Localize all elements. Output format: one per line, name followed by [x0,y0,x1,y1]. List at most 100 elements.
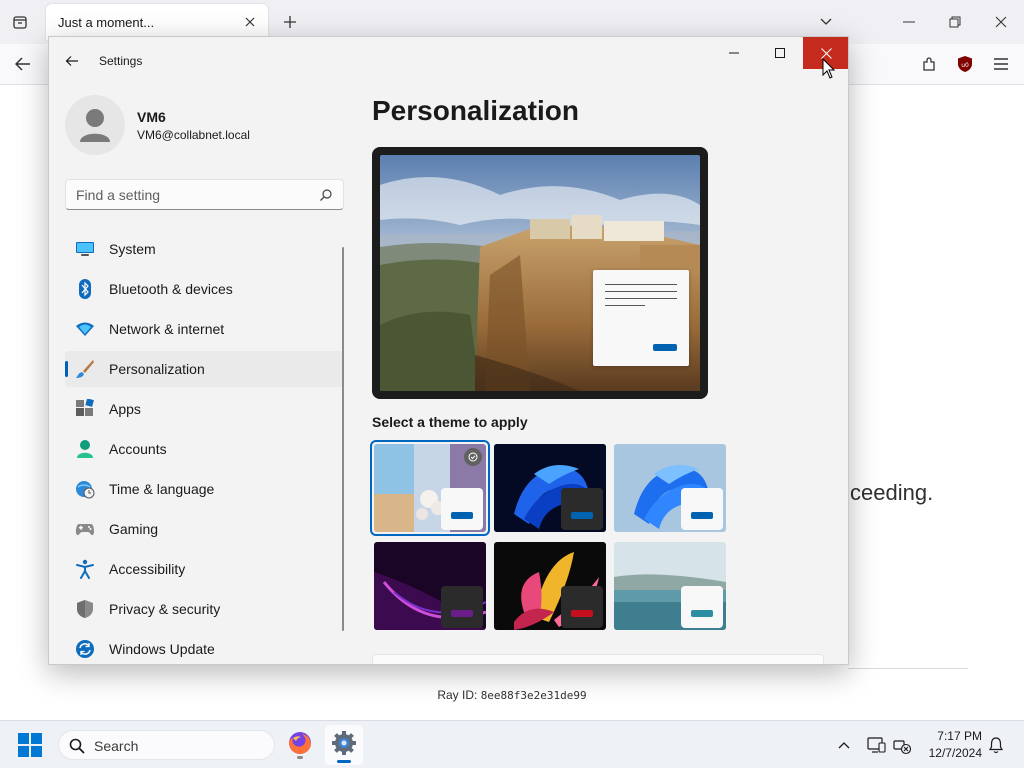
bluetooth-icon [75,279,95,299]
tab-overview-icon[interactable] [10,12,30,32]
nav-item-personalization[interactable]: Personalization [65,351,343,387]
apps-icon [75,399,95,419]
taskbar-search[interactable]: Search [58,730,275,760]
nav-item-privacy-security[interactable]: Privacy & security [65,591,343,627]
running-indicator [297,756,303,759]
nav-item-apps[interactable]: Apps [65,391,343,427]
theme-tile-dark[interactable] [492,442,608,534]
settings-taskbar-button[interactable] [325,725,363,765]
close-tab-icon[interactable] [240,12,260,32]
minimize-button[interactable] [711,37,757,69]
theme-sample-window [681,488,723,530]
theme-tile-glow[interactable] [372,540,488,632]
theme-tile-flow[interactable] [612,540,728,632]
notification-bell-icon[interactable] [987,736,1005,754]
back-button[interactable] [61,51,83,71]
nav-item-accounts[interactable]: Accounts [65,431,343,467]
nav-item-accessibility[interactable]: Accessibility [65,551,343,587]
gamepad-icon [75,519,95,539]
theme-sample-window [441,586,483,628]
theme-tile-captured-motion[interactable] [492,540,608,632]
new-tab-icon[interactable] [280,12,300,32]
theme-grid [370,440,732,634]
settings-window: Settings VM6 VM6@collabnet.local Sy [48,36,849,665]
theme-tile-light[interactable] [612,442,728,534]
start-button[interactable] [18,733,42,757]
nav-label: Gaming [109,521,159,537]
gear-icon [332,731,356,755]
taskbar: Search 7:17 PM 12/7/2024 [0,720,1024,768]
theme-accent-swatch [451,512,473,519]
nav-label: Time & language [109,481,215,497]
close-icon [820,47,832,59]
nav-item-bluetooth[interactable]: Bluetooth & devices [65,271,343,307]
nav-scrollbar[interactable] [342,247,344,631]
search-box[interactable] [65,179,344,210]
theme-accent-swatch [571,512,593,519]
nav-label: Accounts [109,441,167,457]
selection-indicator [65,361,68,377]
system-icon [75,239,95,259]
preview-window-mock [593,270,689,366]
firefox-taskbar-button[interactable] [285,729,315,761]
show-hidden-icons-chevron-icon[interactable] [836,737,852,753]
nav-item-gaming[interactable]: Gaming [65,511,343,547]
nav-label: System [109,241,156,257]
maximize-icon [775,48,785,58]
ray-id-label: Ray ID: [437,688,478,702]
accessibility-icon [75,559,95,579]
nav-list: System Bluetooth & devices Network & int… [65,231,343,664]
theme-sample-window [561,488,603,530]
browser-tab-title: Just a moment... [58,15,155,30]
windows-logo-icon [18,733,42,757]
browser-restore-icon[interactable] [944,12,966,32]
search-input[interactable] [76,186,306,204]
wifi-icon [75,319,95,339]
theme-sample-window [441,488,483,530]
title-bar[interactable]: Settings [49,37,848,85]
theme-accent-swatch [691,512,713,519]
brush-icon [75,359,95,379]
browser-back-icon[interactable] [12,54,34,74]
browser-minimize-icon[interactable] [898,12,920,32]
tab-list-chevron-icon[interactable] [816,12,836,32]
clock-time[interactable]: 7:17 PM [920,729,982,743]
selected-check-icon [464,448,482,466]
preview-accent-button [653,344,677,351]
update-icon [75,639,95,659]
mouse-pointer-icon [822,58,836,79]
nav-label: Network & internet [109,321,225,337]
app-title: Settings [99,54,143,68]
browser-close-icon[interactable] [990,12,1012,32]
active-indicator [337,760,351,763]
page-title: Personalization [372,95,579,126]
nav-item-system[interactable]: System [65,231,343,267]
ublock-icon[interactable]: u0 [954,54,976,74]
theme-tile-spotlight[interactable] [370,440,490,536]
taskbar-search-label: Search [94,738,139,754]
firefox-icon [289,732,311,754]
extensions-icon[interactable] [918,54,940,74]
theme-accent-swatch [451,610,473,617]
display-icon[interactable] [866,735,886,755]
browser-tab[interactable]: Just a moment... [46,4,268,40]
search-icon[interactable] [319,188,333,202]
theme-accent-swatch [571,610,593,617]
settings-card[interactable] [372,654,824,664]
nav-label: Apps [109,401,141,417]
shield-icon [75,599,95,619]
network-status-icon[interactable] [893,737,912,755]
globe-clock-icon [75,479,95,499]
avatar[interactable] [65,95,125,155]
nav-item-time-language[interactable]: Time & language [65,471,343,507]
nav-label: Windows Update [109,641,215,657]
nav-item-windows-update[interactable]: Windows Update [65,631,343,664]
svg-text:u0: u0 [961,62,969,69]
theme-accent-swatch [691,610,713,617]
nav-label: Accessibility [109,561,186,577]
browser-menu-icon[interactable] [990,54,1012,74]
maximize-button[interactable] [757,37,803,69]
clock-date[interactable]: 12/7/2024 [920,746,982,760]
nav-label: Personalization [109,361,205,377]
nav-item-network[interactable]: Network & internet [65,311,343,347]
